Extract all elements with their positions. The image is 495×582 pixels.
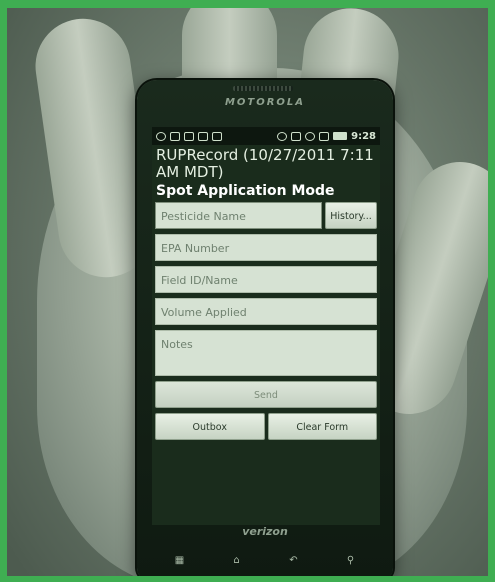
app-title: RUPRecord (10/27/2011 7:11 AM MDT) — [156, 146, 374, 181]
signal-icon — [319, 131, 330, 141]
vibrate-icon — [291, 131, 302, 141]
wifi-icon — [305, 131, 316, 141]
status-time: 9:28 — [351, 130, 376, 142]
clear-form-button[interactable]: Clear Form — [267, 413, 377, 440]
gallery-icon — [212, 131, 222, 141]
search-icon[interactable]: ⚲ — [341, 555, 361, 566]
voicemail-icon — [184, 131, 194, 141]
send-button[interactable]: Send — [155, 381, 377, 408]
home-icon[interactable]: ⌂ — [227, 555, 247, 566]
photo-background: MOTOROLA 9:28 RUPRecord (10/27/2011 7:11… — [7, 8, 488, 576]
battery-icon — [333, 132, 348, 140]
bluetooth-icon — [277, 131, 288, 141]
notes-input[interactable]: Notes — [155, 330, 377, 376]
add-icon — [156, 131, 166, 141]
back-icon[interactable]: ↶ — [284, 555, 304, 566]
status-bar: 9:28 — [152, 127, 380, 145]
missed-call-icon — [198, 131, 208, 141]
menu-icon[interactable]: ▦ — [170, 555, 190, 566]
image-icon — [170, 131, 180, 141]
outbox-button[interactable]: Outbox — [155, 413, 265, 440]
phone-chin: verizon ▦ ⌂ ↶ ⚲ — [137, 525, 393, 576]
pesticide-name-input[interactable]: Pesticide Name — [155, 202, 322, 229]
nav-keys: ▦ ⌂ ↶ ⚲ — [151, 555, 379, 566]
device-brand: MOTOROLA — [224, 97, 306, 108]
phone: MOTOROLA 9:28 RUPRecord (10/27/2011 7:11… — [137, 80, 393, 576]
epa-number-input[interactable]: EPA Number — [155, 234, 377, 261]
phone-screen: 9:28 RUPRecord (10/27/2011 7:11 AM MDT) … — [152, 127, 380, 525]
volume-applied-input[interactable]: Volume Applied — [155, 298, 377, 325]
mode-heading: Spot Application Mode — [156, 183, 335, 199]
carrier-logo: verizon — [242, 525, 288, 538]
history-button[interactable]: History... — [325, 202, 377, 229]
earpiece-speaker — [233, 86, 293, 91]
field-id-input[interactable]: Field ID/Name — [155, 266, 377, 293]
